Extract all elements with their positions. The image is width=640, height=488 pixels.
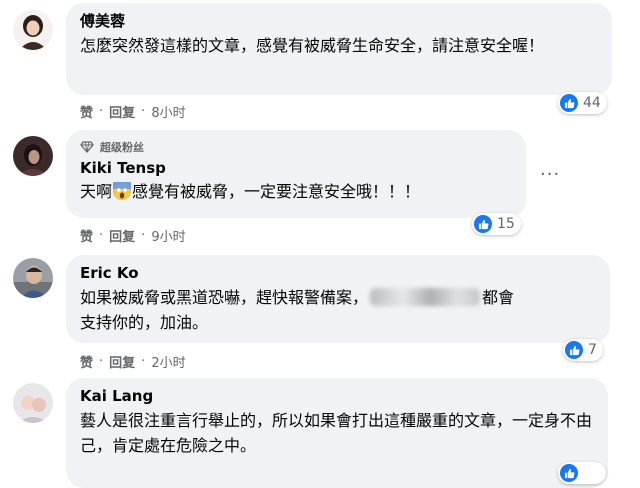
separator-dot: · xyxy=(141,104,146,119)
reaction-count[interactable]: 15 xyxy=(472,213,521,235)
timestamp[interactable]: 9小时 xyxy=(151,226,185,245)
comment-text: 怎麼突然發這樣的文章，感覺有被威脅生命安全，請注意安全喔！ xyxy=(80,36,545,55)
reaction-number: 7 xyxy=(588,342,597,358)
separator-dot: · xyxy=(141,354,146,369)
thumbs-up-icon xyxy=(474,215,492,233)
separator-dot: · xyxy=(99,104,104,119)
comment-text: 天啊 感覺有被威脅，一定要注意安全哦！！！ xyxy=(80,179,512,204)
like-button[interactable]: 赞 xyxy=(80,102,93,121)
thumbs-up-icon xyxy=(560,464,578,482)
comment-author[interactable]: 傅美蓉 xyxy=(80,11,598,31)
separator-dot: · xyxy=(99,228,104,243)
like-button[interactable]: 赞 xyxy=(80,226,93,245)
like-button[interactable]: 赞 xyxy=(80,352,93,371)
comment-text-part: 感覺有被威脅，一定要注意安全哦！！！ xyxy=(132,182,421,201)
screaming-face-emoji-icon xyxy=(113,182,132,200)
thumbs-up-icon xyxy=(560,94,578,112)
comment-text-part: 都會 xyxy=(482,288,515,307)
avatar[interactable] xyxy=(13,383,53,423)
avatar[interactable] xyxy=(13,10,53,50)
comment-text: 藝人是很注重言行舉止的，所以如果會打出這種嚴重的文章，一定身不由己，肯定處在危險… xyxy=(80,411,593,455)
thumbs-up-icon xyxy=(565,341,583,359)
reply-button[interactable]: 回复 xyxy=(109,226,135,245)
timestamp[interactable]: 8小时 xyxy=(151,102,185,121)
avatar[interactable] xyxy=(13,258,53,298)
reaction-number: 44 xyxy=(583,95,601,111)
comment-actions: 赞 · 回复 · 8小时 xyxy=(80,102,186,121)
comment-bubble: 傅美蓉 怎麼突然發這樣的文章，感覺有被威脅生命安全，請注意安全喔！ xyxy=(66,3,612,95)
comment-author[interactable]: Eric Ko xyxy=(80,263,596,283)
comment-text-part: 天啊 xyxy=(80,182,113,201)
comment-bubble: Kai Lang 藝人是很注重言行舉止的，所以如果會打出這種嚴重的文章，一定身不… xyxy=(66,378,608,488)
comment-actions: 赞 · 回复 · 2小时 xyxy=(80,352,186,371)
separator-dot: · xyxy=(99,354,104,369)
more-options-icon[interactable]: ··· xyxy=(540,164,560,185)
reaction-count[interactable]: 44 xyxy=(558,92,607,114)
reaction-count[interactable] xyxy=(558,462,606,484)
reply-button[interactable]: 回复 xyxy=(109,352,135,371)
diamond-icon xyxy=(80,141,94,153)
top-fan-badge[interactable]: 超级粉丝 xyxy=(80,139,512,155)
separator-dot: · xyxy=(141,228,146,243)
comment-bubble: 超级粉丝 Kiki Tensp 天啊 感覺有被威脅，一定要注意安全哦！！！ xyxy=(66,130,526,218)
timestamp[interactable]: 2小时 xyxy=(151,352,185,371)
redacted-text-blur xyxy=(370,288,481,306)
comment-text-part: 如果被威脅或黑道恐嚇，趕快報警備案， xyxy=(80,288,369,307)
comment-bubble: Eric Ko 如果被威脅或黑道恐嚇，趕快報警備案， 都會 支持你的，加油。 xyxy=(66,255,610,343)
reaction-number: 15 xyxy=(497,216,515,232)
reply-button[interactable]: 回复 xyxy=(109,102,135,121)
comment-actions: 赞 · 回复 · 9小时 xyxy=(80,226,186,245)
comment-text-line: 支持你的，加油。 xyxy=(80,313,209,332)
badge-label: 超级粉丝 xyxy=(100,141,144,154)
comment-text: 如果被威脅或黑道恐嚇，趕快報警備案， 都會 xyxy=(80,285,596,310)
comment-author[interactable]: Kai Lang xyxy=(80,386,594,406)
reaction-count[interactable]: 7 xyxy=(563,339,603,361)
comment-author[interactable]: Kiki Tensp xyxy=(80,158,512,178)
avatar[interactable] xyxy=(13,136,53,176)
